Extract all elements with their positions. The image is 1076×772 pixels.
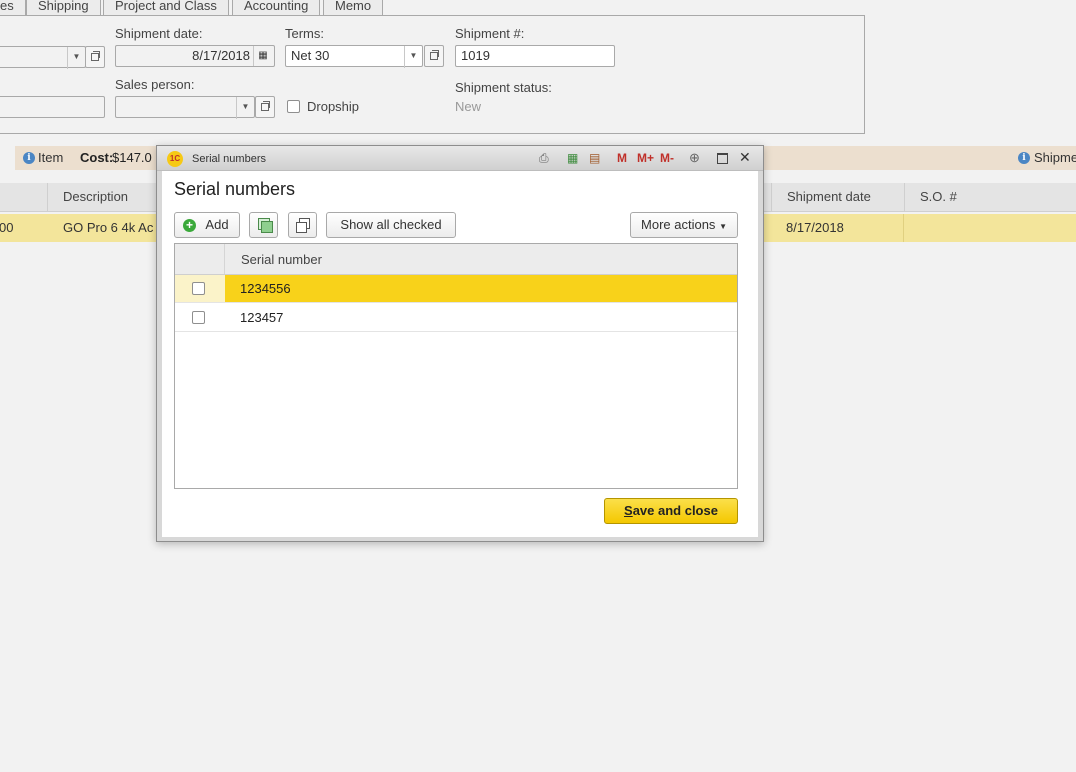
cell-divider [903, 214, 904, 242]
tab-shipping[interactable]: Shipping [26, 0, 101, 16]
uncheck-all-icon-front [296, 222, 307, 233]
shipment-status-value: New [455, 99, 482, 114]
table-row[interactable]: 123457 [175, 304, 737, 332]
dialog-titlebar[interactable]: 1C Serial numbers ⎙ ▦ ▤ M M+ M- ⊕ ✕ [157, 146, 763, 171]
customer-field[interactable]: ▼ [0, 46, 86, 69]
dialog-body: Serial numbers + Add Show all checked Mo… [162, 171, 758, 537]
chevron-down-icon[interactable]: ▼ [67, 47, 85, 69]
check-all-icon-front [261, 221, 273, 233]
column-serial-number[interactable]: Serial number [241, 252, 322, 267]
terms-label: Terms: [285, 26, 324, 41]
row-checkbox[interactable] [192, 311, 205, 324]
table-header: Serial number [175, 244, 737, 275]
add-button-label: Add [205, 217, 229, 232]
save-hotkey-letter: S [624, 503, 633, 518]
shipment-number-field[interactable]: 1019 [455, 45, 615, 67]
sales-person-field[interactable]: ▼ [115, 96, 255, 119]
open-terms-button[interactable] [424, 45, 444, 67]
chevron-down-icon[interactable]: ▼ [236, 97, 254, 119]
shipment-link[interactable]: Shipme [1034, 150, 1076, 165]
dialog-window-title: Serial numbers [192, 153, 266, 165]
calendar-icon[interactable]: ▦ [253, 46, 272, 66]
chevron-down-icon[interactable]: ▼ [404, 46, 422, 68]
table-row[interactable]: 1234556 [175, 275, 737, 303]
terms-value: Net 30 [291, 48, 330, 63]
serial-number-value: 1234556 [225, 275, 737, 302]
check-all-button[interactable] [249, 212, 278, 238]
info-icon: i [1018, 152, 1030, 164]
calculator-icon[interactable]: ▦ [567, 151, 578, 165]
tab-project-and-class[interactable]: Project and Class [103, 0, 229, 16]
row-cell-shipment-date: 8/17/2018 [786, 220, 844, 235]
row-cell-first: 00 [0, 220, 14, 235]
add-button[interactable]: + Add [174, 212, 240, 238]
serial-numbers-table: Serial number 1234556 123457 [174, 243, 738, 489]
tab-accounting[interactable]: Accounting [232, 0, 321, 16]
shipment-number-label: Shipment #: [455, 26, 525, 41]
serial-numbers-dialog: 1C Serial numbers ⎙ ▦ ▤ M M+ M- ⊕ ✕ Seri… [156, 145, 764, 542]
save-and-close-button[interactable]: Save and close [604, 498, 738, 524]
cost-label: Cost: [80, 150, 114, 165]
calendar-icon[interactable]: ▤ [589, 151, 600, 165]
cost-value: $147.0 [112, 150, 152, 165]
address-field[interactable] [0, 96, 105, 118]
dropship-checkbox[interactable] [287, 100, 300, 113]
shipment-date-label: Shipment date: [115, 26, 203, 41]
row-check-cell [175, 304, 225, 331]
close-icon[interactable]: ✕ [739, 150, 751, 164]
column-shipment-date[interactable]: Shipment date [771, 183, 904, 211]
print-icon[interactable]: ⎙ [539, 151, 549, 165]
column-so-number[interactable]: S.O. # [904, 183, 1076, 211]
serial-number-value: 123457 [240, 310, 284, 325]
app-logo-icon: 1C [167, 151, 183, 167]
zoom-icon[interactable]: ⊕ [689, 151, 700, 165]
row-cell-description: GO Pro 6 4k Ac [63, 220, 154, 235]
header-divider [224, 244, 225, 274]
memory-minus-icon[interactable]: M- [660, 151, 674, 165]
info-icon: i [23, 152, 35, 164]
more-actions-button[interactable]: More actions ▼ [630, 212, 738, 238]
memory-plus-icon[interactable]: M+ [637, 151, 654, 165]
save-label-rest: ave and close [632, 503, 718, 518]
tab-sales[interactable]: es [0, 0, 26, 16]
terms-field[interactable]: Net 30 ▼ [285, 45, 423, 68]
maximize-icon[interactable] [717, 153, 728, 164]
row-check-cell [175, 275, 225, 302]
uncheck-all-button[interactable] [288, 212, 317, 238]
chevron-down-icon: ▼ [719, 222, 727, 231]
sales-person-label: Sales person: [115, 77, 195, 92]
memory-m-icon[interactable]: M [617, 151, 627, 165]
dropship-label: Dropship [307, 99, 360, 114]
tab-memo[interactable]: Memo [323, 0, 384, 16]
show-all-checked-button[interactable]: Show all checked [326, 212, 456, 238]
row-checkbox[interactable] [192, 282, 205, 295]
plus-icon: + [183, 219, 196, 232]
more-actions-label: More actions [641, 217, 716, 232]
shipment-date-field[interactable]: 8/17/2018 ▦ [115, 45, 275, 67]
open-sales-person-button[interactable] [255, 96, 275, 118]
shipment-status-label: Shipment status: [455, 80, 552, 95]
dialog-heading: Serial numbers [174, 179, 296, 199]
item-link[interactable]: Item [38, 150, 63, 165]
open-customer-button[interactable] [85, 46, 105, 68]
shipment-date-value: 8/17/2018 [192, 48, 250, 63]
